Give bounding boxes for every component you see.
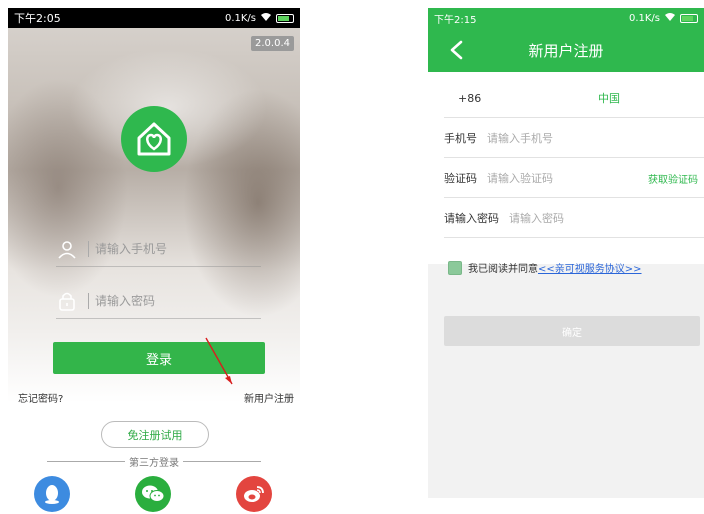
password-input[interactable] xyxy=(509,211,629,225)
register-link[interactable]: 新用户注册 xyxy=(244,390,294,405)
status-time: 下午2:15 xyxy=(434,14,477,26)
qq-icon xyxy=(45,485,59,504)
status-icons: 0.1K/s xyxy=(629,12,698,25)
lock-icon xyxy=(56,290,78,312)
third-party-label: 第三方登录 xyxy=(129,458,179,469)
country-select[interactable]: 中国 xyxy=(598,90,620,106)
country-code: +86 xyxy=(458,91,482,105)
code-row: 验证码 获取验证码 xyxy=(428,158,704,198)
weibo-icon xyxy=(244,486,264,502)
register-form: +86 中国 手机号 验证码 获取验证码 请输入密码 xyxy=(428,72,704,264)
confirm-button[interactable]: 确定 xyxy=(444,316,700,346)
chevron-left-icon xyxy=(450,40,463,60)
agreement-row: 我已阅读并同意 <<亲可视服务协议>> xyxy=(448,260,642,275)
phone-underline xyxy=(56,266,261,267)
row-divider xyxy=(444,237,704,238)
wifi-icon xyxy=(260,12,272,25)
battery-icon xyxy=(680,13,698,23)
agree-checkbox[interactable] xyxy=(448,260,462,275)
password-underline xyxy=(56,318,261,319)
phone-label: 手机号 xyxy=(444,132,477,145)
code-label: 验证码 xyxy=(444,172,477,185)
field-separator xyxy=(88,241,89,257)
phone-input[interactable] xyxy=(95,242,245,256)
status-bar: 下午2:05 0.1K/s xyxy=(8,8,300,28)
qq-login-button[interactable] xyxy=(34,476,70,512)
forgot-password-link[interactable]: 忘记密码? xyxy=(18,390,63,405)
divider-line xyxy=(183,461,261,462)
login-screen: 下午2:05 0.1K/s 2.0.0.4 请输入手机号 登录 忘记密码? 新用… xyxy=(8,8,300,514)
country-row[interactable]: +86 中国 xyxy=(428,78,704,118)
nav-bar: 新用户注册 xyxy=(428,28,704,72)
wechat-login-button[interactable] xyxy=(135,476,171,512)
network-speed: 0.1K/s xyxy=(628,12,660,24)
code-input[interactable] xyxy=(487,171,607,185)
wechat-icon xyxy=(142,485,165,502)
get-code-button[interactable]: 获取验证码 xyxy=(648,171,698,186)
password-input[interactable] xyxy=(95,294,245,308)
phone-input[interactable] xyxy=(487,131,607,145)
version-badge: 2.0.0.4 xyxy=(251,36,294,51)
divider-line xyxy=(47,461,125,462)
battery-icon xyxy=(276,13,294,23)
home-heart-icon xyxy=(137,122,171,156)
register-screen: 下午2:15 0.1K/s 新用户注册 +86 中国 手机号 验证 xyxy=(428,8,704,498)
status-time: 下午2:05 xyxy=(14,12,61,25)
trial-button[interactable]: 免注册试用 xyxy=(101,421,209,448)
back-button[interactable] xyxy=(444,38,468,62)
agree-text: 我已阅读并同意 xyxy=(468,264,538,275)
password-field[interactable] xyxy=(56,288,256,314)
password-row: 请输入密码 xyxy=(428,198,704,238)
user-icon xyxy=(56,238,78,260)
wifi-icon xyxy=(664,12,676,25)
network-speed: 0.1K/s xyxy=(224,12,256,24)
weibo-login-button[interactable] xyxy=(236,476,272,512)
status-icons: 0.1K/s xyxy=(225,12,294,25)
page-title: 新用户注册 xyxy=(528,41,604,60)
third-party-divider: 第三方登录 xyxy=(8,454,300,469)
field-separator xyxy=(88,293,89,309)
agreement-link[interactable]: <<亲可视服务协议>> xyxy=(538,260,642,275)
phone-field[interactable] xyxy=(56,236,256,262)
login-button[interactable]: 登录 xyxy=(53,342,265,374)
password-label: 请输入密码 xyxy=(444,212,499,225)
phone-row: 手机号 xyxy=(428,118,704,158)
app-logo xyxy=(121,106,187,172)
status-bar: 下午2:15 0.1K/s xyxy=(428,8,704,28)
